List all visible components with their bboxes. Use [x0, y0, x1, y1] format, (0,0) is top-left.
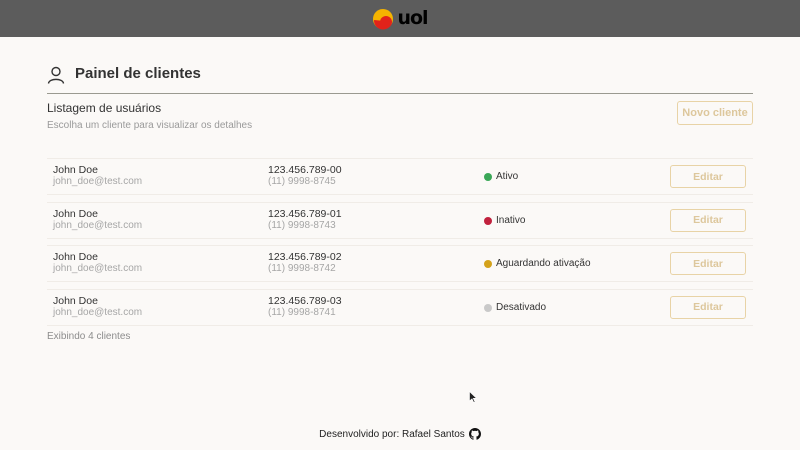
client-row: John Doe john_doe@test.com 123.456.789-0…: [47, 245, 753, 282]
footer: Desenvolvido por: Rafael Santos: [0, 428, 800, 440]
client-phone: (11) 9998-8743: [268, 219, 336, 231]
user-icon: [47, 66, 65, 84]
client-row: John Doe john_doe@test.com 123.456.789-0…: [47, 158, 753, 195]
client-name: John Doe: [53, 164, 98, 176]
top-bar: uol: [0, 0, 800, 37]
footer-credit: Desenvolvido por: Rafael Santos: [319, 428, 465, 440]
client-status: Inativo: [484, 215, 525, 227]
page-title: Painel de clientes: [75, 65, 201, 82]
client-name: John Doe: [53, 251, 98, 263]
client-cpf: 123.456.789-00: [268, 164, 342, 176]
uol-ball-logo-icon: [373, 8, 394, 30]
client-name: John Doe: [53, 294, 98, 307]
logo-text: uol: [397, 7, 428, 29]
edit-client-button[interactable]: Editar: [670, 295, 746, 319]
client-email: john_doe@test.com: [53, 219, 143, 231]
client-name: John Doe: [53, 207, 98, 220]
status-dot-icon: [484, 303, 492, 312]
status-label: Desativado: [496, 301, 547, 313]
client-status: Desativado: [484, 302, 546, 314]
client-email: john_doe@test.com: [53, 306, 143, 318]
client-email: john_doe@test.com: [53, 263, 143, 274]
client-phone: (11) 9998-8742: [268, 263, 336, 274]
client-cpf: 123.456.789-02: [268, 251, 342, 263]
client-list: John Doe john_doe@test.com 123.456.789-0…: [47, 158, 753, 332]
client-phone: (11) 9998-8745: [268, 176, 336, 187]
client-email: john_doe@test.com: [53, 176, 143, 187]
client-row: John Doe john_doe@test.com 123.456.789-0…: [47, 288, 753, 326]
edit-client-button[interactable]: Editar: [670, 165, 746, 188]
client-count: Exibindo 4 clientes: [47, 331, 131, 342]
list-subheading: Escolha um cliente para visualizar os de…: [47, 120, 253, 131]
status-dot-icon: [484, 260, 492, 268]
status-dot-icon: [484, 216, 492, 225]
status-dot-icon: [484, 173, 492, 181]
client-status: Ativo: [484, 171, 518, 183]
client-row: John Doe john_doe@test.com 123.456.789-0…: [47, 201, 753, 239]
status-label: Aguardando ativação: [496, 258, 591, 269]
uol-logo[interactable]: uol: [372, 7, 429, 30]
status-label: Inativo: [496, 214, 526, 226]
mouse-cursor-icon: [469, 391, 477, 403]
new-client-button[interactable]: Novo cliente: [677, 101, 753, 125]
status-label: Ativo: [496, 171, 519, 182]
list-heading: Listagem de usuários: [47, 101, 162, 115]
client-status: Aguardando ativação: [484, 258, 591, 270]
client-cpf: 123.456.789-01: [268, 207, 342, 220]
edit-client-button[interactable]: Editar: [670, 252, 746, 275]
client-cpf: 123.456.789-03: [268, 294, 342, 307]
github-icon[interactable]: [468, 428, 481, 440]
client-phone: (11) 9998-8741: [268, 306, 336, 318]
edit-client-button[interactable]: Editar: [670, 208, 746, 232]
panel-header: Painel de clientes: [47, 64, 753, 94]
